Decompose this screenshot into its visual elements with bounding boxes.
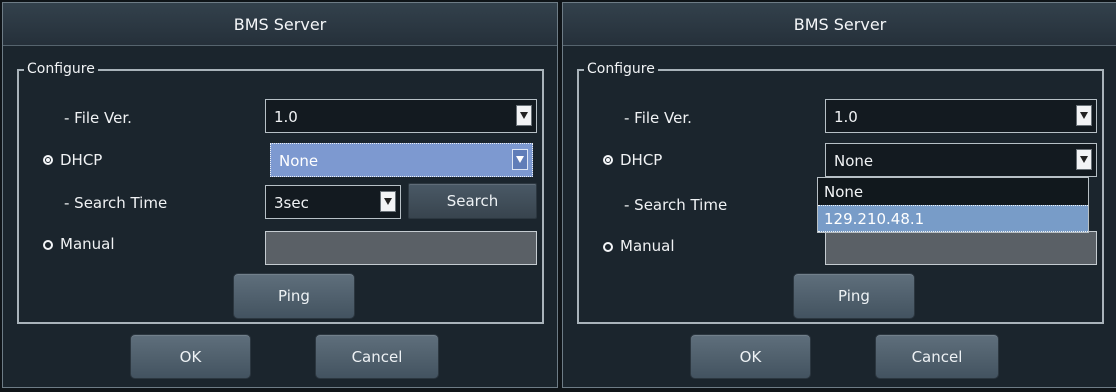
manual-label: Manual (60, 235, 115, 253)
dhcp-select[interactable]: None (825, 143, 1097, 177)
dialog-title-bar: BMS Server (3, 3, 557, 46)
chevron-down-icon[interactable] (512, 149, 528, 170)
dropdown-option-none[interactable]: None (818, 178, 1088, 205)
dialog-title: BMS Server (793, 14, 887, 34)
configure-group: Configure - File Ver. 1.0 DHCP None - Se… (17, 60, 544, 324)
dhcp-value: None (834, 152, 874, 170)
dhcp-label: DHCP (620, 151, 663, 169)
file-version-select[interactable]: 1.0 (825, 99, 1097, 133)
file-version-label: - File Ver. (64, 109, 132, 127)
ok-button[interactable]: OK (690, 334, 811, 379)
dialog-title-bar: BMS Server (563, 3, 1116, 46)
dhcp-radio[interactable] (43, 155, 53, 165)
file-version-value: 1.0 (834, 108, 858, 126)
cancel-button[interactable]: Cancel (315, 334, 439, 379)
manual-label: Manual (620, 237, 675, 255)
dhcp-label: DHCP (60, 151, 103, 169)
ok-button[interactable]: OK (130, 334, 251, 379)
dhcp-radio[interactable] (603, 155, 613, 165)
search-time-label: - Search Time (624, 196, 728, 214)
chevron-down-icon[interactable] (1076, 149, 1092, 170)
configure-legend: Configure (24, 60, 98, 78)
file-version-select[interactable]: 1.0 (265, 99, 537, 133)
dhcp-dropdown-list: None 129.210.48.1 (817, 177, 1089, 233)
dialog-title: BMS Server (233, 14, 327, 34)
ping-button[interactable]: Ping (793, 273, 915, 319)
dhcp-value: None (279, 152, 319, 170)
manual-ip-input[interactable] (825, 231, 1097, 265)
search-time-select[interactable]: 3sec (265, 185, 401, 219)
configure-legend: Configure (584, 60, 658, 78)
chevron-down-icon[interactable] (1076, 105, 1092, 126)
search-time-value: 3sec (274, 194, 309, 212)
manual-ip-input[interactable] (265, 231, 537, 265)
search-time-label: - Search Time (64, 194, 168, 212)
bms-server-dialog-right: BMS Server Configure - File Ver. 1.0 DHC… (562, 2, 1116, 388)
manual-radio[interactable] (43, 240, 53, 250)
cancel-button[interactable]: Cancel (875, 334, 999, 379)
file-version-value: 1.0 (274, 108, 298, 126)
manual-radio[interactable] (603, 242, 613, 252)
dhcp-select[interactable]: None (270, 143, 533, 177)
chevron-down-icon[interactable] (516, 105, 532, 126)
dropdown-option-ip[interactable]: 129.210.48.1 (818, 205, 1088, 232)
file-version-label: - File Ver. (624, 109, 692, 127)
bms-server-dialog-left: BMS Server Configure - File Ver. 1.0 DHC… (2, 2, 558, 388)
chevron-down-icon[interactable] (380, 191, 396, 212)
search-button[interactable]: Search (408, 183, 537, 219)
ping-button[interactable]: Ping (233, 273, 355, 319)
